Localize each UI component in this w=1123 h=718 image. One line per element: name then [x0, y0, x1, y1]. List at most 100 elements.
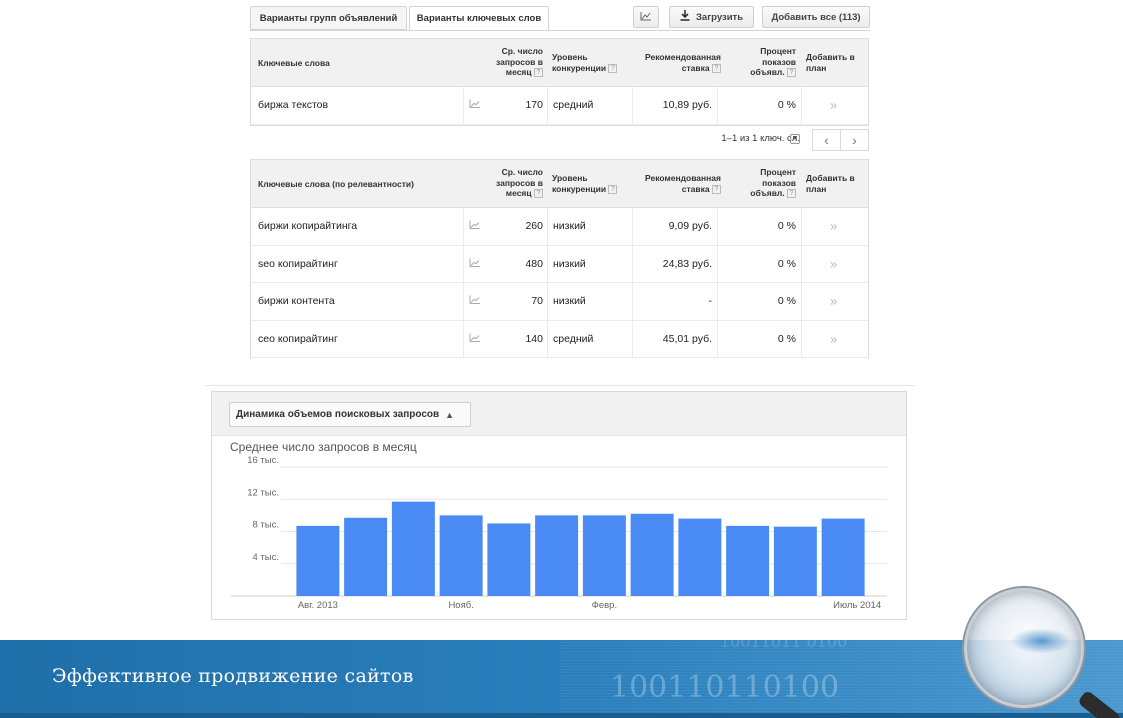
column-divider: [547, 245, 548, 282]
add-to-plan-icon[interactable]: »: [830, 331, 837, 346]
col-avg-searches[interactable]: Ср. число запросов в месяц ?: [487, 46, 543, 78]
trend-chart-icon[interactable]: [469, 99, 481, 112]
panel-header: Динамика объемов поисковых запросов ▲: [212, 392, 906, 436]
help-icon[interactable]: ?: [787, 68, 796, 78]
add-to-plan-icon[interactable]: »: [830, 294, 837, 309]
trend-chart-icon[interactable]: [469, 220, 481, 233]
column-divider: [717, 208, 718, 245]
x-tick-label: Июль 2014: [833, 600, 881, 611]
column-divider: [463, 320, 464, 357]
bar[interactable]: [439, 515, 483, 596]
tab-ad-group-ideas[interactable]: Варианты групп объявлений: [250, 6, 407, 30]
table-row[interactable]: биржи контента 70 низкий - 0 % »: [251, 283, 868, 321]
col-impression-share[interactable]: Процент показов объявл. ?: [734, 167, 796, 199]
column-divider: [547, 208, 548, 245]
help-icon[interactable]: ?: [787, 189, 796, 199]
bar[interactable]: [726, 525, 770, 596]
trend-chart-icon[interactable]: [469, 257, 481, 270]
column-divider: [801, 245, 802, 282]
binary-decoration: 100110110100: [610, 670, 840, 705]
table-row[interactable]: биржи копирайтинга 260 низкий 9,09 руб. 0 % »: [251, 208, 868, 246]
table-body: биржи копирайтинга 260 низкий 9,09 руб. 0 % »…: [251, 208, 868, 358]
bar[interactable]: [487, 523, 531, 596]
help-icon[interactable]: ?: [608, 63, 618, 73]
share-cell: 0 %: [777, 332, 796, 345]
download-label: Загрузить: [695, 11, 744, 23]
competition-cell: средний: [553, 99, 594, 112]
add-to-plan-icon[interactable]: »: [830, 219, 837, 234]
competition-cell: низкий: [553, 220, 586, 233]
help-icon[interactable]: ?: [534, 68, 543, 78]
column-divider: [801, 283, 802, 320]
col-suggested-bid[interactable]: Рекомендованная ставка ?: [636, 52, 721, 73]
y-tick-label: 12 тыс.: [247, 487, 279, 498]
next-page-button[interactable]: ›: [840, 129, 869, 151]
table-header: Ключевые слова Ср. число запросов в меся…: [251, 39, 868, 87]
sort-arrows-icon: ▲: [445, 409, 455, 420]
pagination-info: 1–1 из 1 ключ. сл.: [721, 133, 800, 144]
searched-keywords-table: Ключевые слова Ср. число запросов в меся…: [250, 38, 869, 126]
x-tick-label: Нояб.: [448, 600, 473, 611]
col-impression-share[interactable]: Процент показов объявл. ?: [734, 46, 796, 78]
prev-page-button[interactable]: ‹: [812, 129, 841, 151]
trend-chart-icon[interactable]: [469, 332, 481, 345]
table-row[interactable]: seo копирайтинг 480 низкий 24,83 руб. 0 % »: [251, 245, 868, 283]
bar[interactable]: [582, 515, 626, 596]
keyword-cell: биржи контента: [258, 295, 335, 308]
bar[interactable]: [344, 517, 388, 596]
bar[interactable]: [821, 518, 865, 596]
banner-title: Эффективное продвижение сайтов: [52, 665, 414, 687]
column-divider: [801, 208, 802, 245]
bid-cell: 10,89 руб.: [662, 99, 712, 112]
bid-cell: 9,09 руб.: [668, 220, 712, 233]
share-cell: 0 %: [777, 295, 796, 308]
col-keyword[interactable]: Ключевые слова: [258, 58, 330, 69]
col-avg-searches[interactable]: Ср. число запросов в месяц ?: [487, 167, 543, 199]
add-all-button[interactable]: Добавить все (113): [762, 6, 870, 28]
chart-type-select[interactable]: Динамика объемов поисковых запросов ▲: [229, 402, 471, 427]
chart-toggle-button[interactable]: [633, 6, 659, 28]
tab-underline: [250, 30, 870, 31]
competition-cell: низкий: [553, 257, 586, 270]
y-tick-label: 4 тыс.: [253, 552, 280, 563]
column-divider: [547, 283, 548, 320]
help-icon[interactable]: ?: [534, 189, 543, 199]
trend-chart-icon[interactable]: [469, 295, 481, 308]
bar[interactable]: [296, 525, 340, 596]
binary-decoration: 10011011 0100: [720, 632, 848, 651]
avg-searches-cell: 480: [525, 257, 543, 270]
table-header: Ключевые слова (по релевантности) Ср. чи…: [251, 160, 868, 208]
rows-dropdown-icon[interactable]: ▼: [790, 134, 800, 144]
download-icon: [680, 10, 690, 24]
table-row[interactable]: биржа текстов 170 средний 10,89 руб. 0 %…: [251, 87, 868, 125]
col-competition[interactable]: Уровень конкуренции ?: [552, 52, 632, 73]
table-row[interactable]: сео копирайтинг 140 средний 45,01 руб. 0 % »: [251, 320, 868, 358]
add-to-plan-icon[interactable]: »: [830, 256, 837, 271]
chart-title: Среднее число запросов в месяц: [230, 440, 417, 454]
bar[interactable]: [773, 526, 817, 596]
bar[interactable]: [391, 501, 435, 596]
share-cell: 0 %: [777, 99, 796, 112]
column-divider: [632, 283, 633, 320]
col-keyword-relevance[interactable]: Ключевые слова (по релевантности): [258, 179, 414, 190]
search-volume-chart: 4 тыс. 8 тыс. 12 тыс. 16 тыс. Авг. 2013 Нояб.…: [231, 455, 887, 611]
bar[interactable]: [535, 515, 579, 596]
download-button[interactable]: Загрузить: [669, 6, 754, 28]
bar[interactable]: [630, 513, 674, 596]
col-suggested-bid[interactable]: Рекомендованная ставка ?: [636, 173, 721, 194]
column-divider: [632, 87, 633, 124]
keyword-cell: биржа текстов: [258, 99, 329, 112]
column-divider: [632, 320, 633, 357]
column-divider: [632, 245, 633, 282]
bar[interactable]: [678, 518, 722, 596]
avg-searches-cell: 70: [531, 295, 543, 308]
avg-searches-cell: 170: [525, 99, 543, 112]
chart-type-label: Динамика объемов поисковых запросов: [236, 409, 440, 420]
col-competition[interactable]: Уровень конкуренции ?: [552, 173, 632, 194]
help-icon[interactable]: ?: [712, 184, 721, 194]
help-icon[interactable]: ?: [712, 63, 721, 73]
help-icon[interactable]: ?: [608, 184, 618, 194]
tab-keyword-ideas[interactable]: Варианты ключевых слов: [409, 6, 549, 31]
add-to-plan-icon[interactable]: »: [830, 98, 837, 113]
y-tick-label: 8 тыс.: [253, 520, 280, 531]
